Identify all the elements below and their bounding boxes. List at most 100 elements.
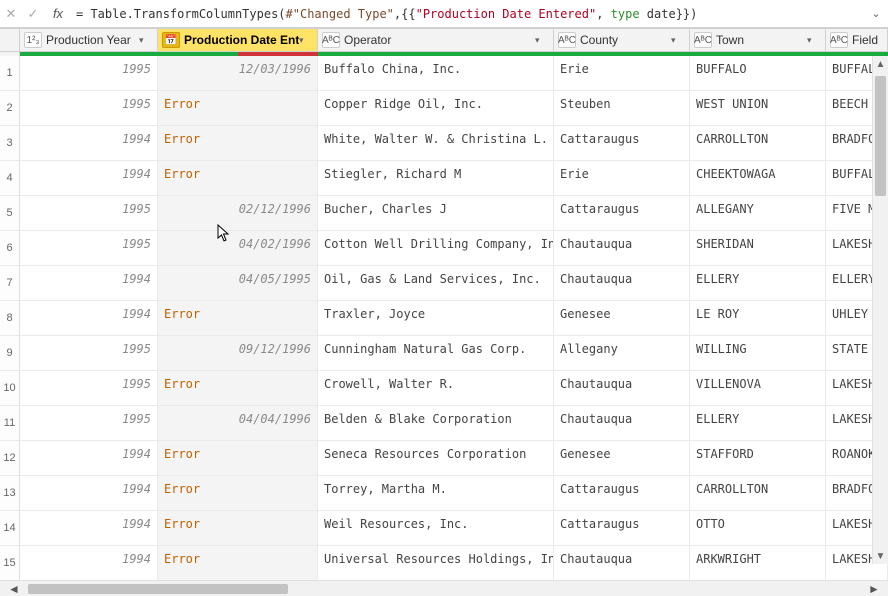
cell-production-date-entered[interactable]: 04/04/1996 [158, 406, 318, 440]
row-number[interactable]: 10 [0, 371, 20, 405]
formula-input[interactable]: = Table.TransformColumnTypes(#"Changed T… [72, 7, 864, 21]
cell-county[interactable]: Chautauqua [554, 371, 690, 405]
formula-cancel-icon[interactable]: ✕ [0, 3, 22, 25]
cell-operator[interactable]: Oil, Gas & Land Services, Inc. [318, 266, 554, 300]
table-row[interactable]: 9199509/12/1996Cunningham Natural Gas Co… [0, 336, 888, 371]
cell-town[interactable]: BUFFALO [690, 56, 826, 90]
filter-icon[interactable]: ▾ [671, 35, 685, 46]
cell-operator[interactable]: Weil Resources, Inc. [318, 511, 554, 545]
cell-town[interactable]: CARROLLTON [690, 126, 826, 160]
cell-production-year[interactable]: 1994 [20, 301, 158, 335]
cell-production-year[interactable]: 1994 [20, 126, 158, 160]
row-number[interactable]: 15 [0, 546, 20, 580]
cell-production-year[interactable]: 1995 [20, 91, 158, 125]
column-header-operator[interactable]: AᴮC Operator ▾ [318, 29, 554, 51]
cell-operator[interactable]: Traxler, Joyce [318, 301, 554, 335]
hscroll-track[interactable] [28, 584, 860, 594]
table-row[interactable]: 7199404/05/1995Oil, Gas & Land Services,… [0, 266, 888, 301]
type-text-icon[interactable]: AᴮC [694, 32, 712, 48]
select-all-corner[interactable] [0, 29, 20, 51]
row-number[interactable]: 13 [0, 476, 20, 510]
cell-operator[interactable]: Cotton Well Drilling Company, Inc. [318, 231, 554, 265]
table-row[interactable]: 5199502/12/1996Bucher, Charles JCattarau… [0, 196, 888, 231]
type-date-icon[interactable]: 📅 [162, 32, 180, 48]
filter-icon[interactable]: ▾ [807, 35, 821, 46]
cell-town[interactable]: WEST UNION [690, 91, 826, 125]
vscroll-thumb[interactable] [875, 76, 886, 196]
cell-town[interactable]: CARROLLTON [690, 476, 826, 510]
cell-production-year[interactable]: 1994 [20, 161, 158, 195]
cell-production-date-entered[interactable]: Error [158, 161, 318, 195]
table-row[interactable]: 141994ErrorWeil Resources, Inc.Cattaraug… [0, 511, 888, 546]
column-header-production-year[interactable]: 1²₃ Production Year ▾ [20, 29, 158, 51]
cell-county[interactable]: Allegany [554, 336, 690, 370]
cell-production-year[interactable]: 1994 [20, 266, 158, 300]
scroll-right-icon[interactable]: ► [860, 582, 888, 596]
cell-production-date-entered[interactable]: Error [158, 511, 318, 545]
cell-production-year[interactable]: 1994 [20, 511, 158, 545]
filter-icon[interactable]: ▾ [535, 35, 549, 46]
table-row[interactable]: 31994ErrorWhite, Walter W. & Christina L… [0, 126, 888, 161]
type-text-icon[interactable]: AᴮC [322, 32, 340, 48]
type-text-icon[interactable]: AᴮC [558, 32, 576, 48]
scroll-down-icon[interactable]: ▼ [873, 548, 888, 564]
cell-town[interactable]: VILLENOVA [690, 371, 826, 405]
cell-operator[interactable]: Seneca Resources Corporation [318, 441, 554, 475]
filter-icon[interactable]: ▾ [139, 35, 153, 46]
cell-production-date-entered[interactable]: 02/12/1996 [158, 196, 318, 230]
cell-production-date-entered[interactable]: 04/05/1995 [158, 266, 318, 300]
cell-operator[interactable]: Copper Ridge Oil, Inc. [318, 91, 554, 125]
row-number[interactable]: 3 [0, 126, 20, 160]
cell-town[interactable]: STAFFORD [690, 441, 826, 475]
cell-county[interactable]: Cattaraugus [554, 476, 690, 510]
cell-town[interactable]: ELLERY [690, 406, 826, 440]
filter-icon[interactable]: ▾ [299, 35, 313, 46]
table-row[interactable]: 101995ErrorCrowell, Walter R.ChautauquaV… [0, 371, 888, 406]
table-row[interactable]: 11199504/04/1996Belden & Blake Corporati… [0, 406, 888, 441]
cell-production-year[interactable]: 1995 [20, 336, 158, 370]
type-number-icon[interactable]: 1²₃ [24, 32, 42, 48]
cell-production-date-entered[interactable]: Error [158, 441, 318, 475]
horizontal-scrollbar[interactable]: ◄ ► [0, 580, 888, 596]
cell-operator[interactable]: Universal Resources Holdings, Incorp… [318, 546, 554, 580]
column-header-production-date-entered[interactable]: 📅 Production Date Entered ▾ [158, 29, 318, 51]
row-number[interactable]: 1 [0, 56, 20, 90]
table-row[interactable]: 81994ErrorTraxler, JoyceGeneseeLE ROYUHL… [0, 301, 888, 336]
cell-production-year[interactable]: 1994 [20, 476, 158, 510]
row-number[interactable]: 5 [0, 196, 20, 230]
cell-operator[interactable]: Torrey, Martha M. [318, 476, 554, 510]
column-header-town[interactable]: AᴮC Town ▾ [690, 29, 826, 51]
table-row[interactable]: 151994ErrorUniversal Resources Holdings,… [0, 546, 888, 580]
type-text-icon[interactable]: AᴮC [830, 32, 848, 48]
table-row[interactable]: 41994ErrorStiegler, Richard MErieCHEEKTO… [0, 161, 888, 196]
cell-county[interactable]: Chautauqua [554, 231, 690, 265]
cell-production-date-entered[interactable]: 09/12/1996 [158, 336, 318, 370]
row-number[interactable]: 8 [0, 301, 20, 335]
row-number[interactable]: 7 [0, 266, 20, 300]
row-number[interactable]: 12 [0, 441, 20, 475]
cell-town[interactable]: ARKWRIGHT [690, 546, 826, 580]
cell-production-date-entered[interactable]: Error [158, 546, 318, 580]
cell-production-year[interactable]: 1995 [20, 406, 158, 440]
cell-production-date-entered[interactable]: 12/03/1996 [158, 56, 318, 90]
cell-production-date-entered[interactable]: 04/02/1996 [158, 231, 318, 265]
row-number[interactable]: 4 [0, 161, 20, 195]
cell-town[interactable]: ALLEGANY [690, 196, 826, 230]
cell-county[interactable]: Chautauqua [554, 406, 690, 440]
cell-county[interactable]: Cattaraugus [554, 196, 690, 230]
cell-county[interactable]: Steuben [554, 91, 690, 125]
cell-county[interactable]: Erie [554, 56, 690, 90]
cell-production-date-entered[interactable]: Error [158, 91, 318, 125]
cell-operator[interactable]: Bucher, Charles J [318, 196, 554, 230]
cell-operator[interactable]: Buffalo China, Inc. [318, 56, 554, 90]
scroll-up-icon[interactable]: ▲ [873, 56, 888, 72]
cell-town[interactable]: WILLING [690, 336, 826, 370]
row-number[interactable]: 6 [0, 231, 20, 265]
cell-operator[interactable]: Crowell, Walter R. [318, 371, 554, 405]
fx-icon[interactable]: fx [44, 6, 72, 21]
cell-production-year[interactable]: 1995 [20, 231, 158, 265]
cell-production-year[interactable]: 1994 [20, 441, 158, 475]
cell-production-year[interactable]: 1994 [20, 546, 158, 580]
scroll-left-icon[interactable]: ◄ [0, 582, 28, 596]
row-number[interactable]: 11 [0, 406, 20, 440]
